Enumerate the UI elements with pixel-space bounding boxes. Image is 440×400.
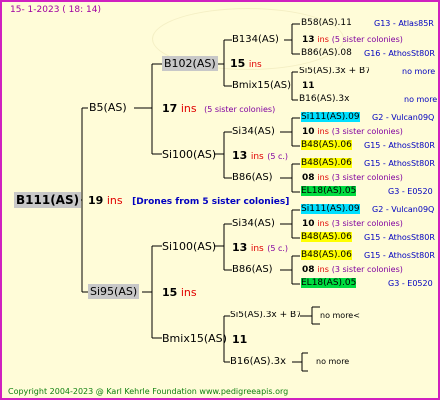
gen2-dd-count: 11 [232,333,248,346]
gen2-sd-name[interactable]: Si100(AS) [162,149,216,160]
gen4-code: G15 - AthosSt80R [364,141,435,150]
gen4-code: G3 - E0520 [388,187,433,196]
gen4-row[interactable]: Si5(AS).3x + B77(AS).3x [299,67,369,76]
sire-ins: ins [180,102,197,115]
header-date: 15- 1-2023 ( 18: 14) [10,5,101,15]
dam-count: 15 [162,286,178,299]
sire-note: (5 sister colonies) [204,105,276,114]
gen4-row[interactable]: B16(AS).3x [299,95,349,104]
gen3-ssd-name[interactable]: Bmix15(AS) [232,81,291,91]
gen3-dsd-note: (3 sister colonies) [331,265,403,274]
gen3-dds-name[interactable]: Si5(AS).3x + B77(AS)... [230,311,300,320]
gen4-code: no more [404,95,438,104]
gen4-row[interactable]: B48(AS).06 [301,250,352,260]
gen3-sdd-count: 08 [302,173,315,183]
gen2-ss-node[interactable]: B102(AS) [162,56,218,71]
gen3-ddd-name[interactable]: B16(AS).3x [230,357,286,367]
gen2-ds-stats: 13 ins (5 c.) [232,242,288,254]
gen4-row[interactable]: Si111(AS).09 [301,112,360,122]
gen4-code: G2 - Vulcan09Q [372,205,435,214]
gen2-dd-stats: 11 [232,334,247,345]
gen3-sdd-name[interactable]: B86(AS) [232,173,273,183]
gen2-ds-name[interactable]: Si100(AS) [162,241,216,252]
gen2-sd-stats: 13 ins (5 c.) [232,150,288,162]
gen3-dss-ins: ins [317,219,329,228]
gen4-code: G3 - E0520 [388,279,433,288]
gen3-dsd-count: 08 [302,265,315,275]
gen4-code: G15 - AthosSt80R [364,159,435,168]
gen3-sds-ins: ins [317,127,329,136]
gen3-dds-more: no more< [320,311,360,320]
gen2-ds-ins: ins [250,244,264,254]
gen4-row[interactable]: B48(AS).06 [301,232,352,242]
gen2-ss-ins: ins [248,60,262,70]
root-node[interactable]: B111(AS) [14,192,82,208]
gen2-sd-note: (5 c.) [267,152,289,161]
gen4-row[interactable]: B48(AS).06 [301,158,352,168]
gen4-row[interactable]: EL18(AS).05 [301,278,357,288]
dam-node[interactable]: Si95(AS) [88,284,140,299]
pedigree-frame: 15- 1-2023 ( 18: 14) B111(AS) 19 ins [Dr… [0,0,440,400]
gen4-row[interactable]: Si111(AS).09 [301,204,360,214]
gen3-sdd-note: (3 sister colonies) [331,173,403,182]
gen3-dsd-ins: ins [317,265,329,274]
gen3-sds-stats: 10 ins (3 sister colonies) [302,128,403,137]
gen3-dss-name[interactable]: Si34(AS) [232,219,275,229]
footer-copyright: Copyright 2004-2023 @ Karl Kehrle Founda… [8,387,289,396]
dam-stats: 15 ins [162,287,197,298]
gen2-ss-stats: 15 ins [230,58,262,70]
gen3-ssd-stats: 11 [302,82,315,91]
root-name[interactable]: B111(AS) [14,192,82,208]
gen4-row[interactable]: B48(AS).06 [301,140,352,150]
gen4-code: G16 - AthosSt80R [364,49,435,58]
root-count: 19 [88,194,104,207]
gen4-code: G2 - Vulcan09Q [372,113,435,122]
gen4-code: G15 - AthosSt80R [364,251,435,260]
gen3-sss-ins: ins [317,35,329,44]
gen3-sss-name[interactable]: B134(AS) [232,35,279,45]
gen4-code: G13 - Atlas85R [374,19,434,28]
gen2-ds-note: (5 c.) [267,244,289,253]
gen2-ss-name[interactable]: B102(AS) [162,56,218,71]
gen3-sds-note: (3 sister colonies) [331,127,403,136]
gen3-sds-name[interactable]: Si34(AS) [232,127,275,137]
gen3-sds-count: 10 [302,127,315,137]
gen3-sss-count: 13 [302,35,315,45]
gen3-sss-note: (5 sister colonies) [331,35,403,44]
gen2-sd-ins: ins [250,152,264,162]
root-note: [Drones from 5 sister colonies] [132,197,290,207]
gen3-sdd-ins: ins [317,173,329,182]
gen3-sdd-stats: 08 ins (3 sister colonies) [302,174,403,183]
gen2-sd-count: 13 [232,149,248,162]
gen3-dsd-stats: 08 ins (3 sister colonies) [302,266,403,275]
gen2-ds-count: 13 [232,241,248,254]
gen4-row[interactable]: B86(AS).08 [301,49,352,58]
gen4-row[interactable]: EL18(AS).05 [301,186,357,196]
gen2-ss-count: 15 [230,57,246,70]
gen4-code: no more [402,67,436,76]
gen3-dss-stats: 10 ins (3 sister colonies) [302,220,403,229]
dam-ins: ins [180,286,197,299]
sire-stats: 17 ins (5 sister colonies) [162,103,275,114]
root-stats: 19 ins [Drones from 5 sister colonies] [88,195,289,207]
dam-name[interactable]: Si95(AS) [88,284,140,299]
sire-count: 17 [162,102,178,115]
gen3-ddd-more: no more [316,357,350,366]
sire-name[interactable]: B5(AS) [89,102,127,113]
gen4-row[interactable]: B58(AS).11 [301,19,352,28]
gen3-dss-count: 10 [302,219,315,229]
gen3-dsd-name[interactable]: B86(AS) [232,265,273,275]
gen3-dss-note: (3 sister colonies) [331,219,403,228]
root-ins: ins [106,194,123,207]
gen2-dd-name[interactable]: Bmix15(AS) [162,333,227,344]
gen3-sss-stats: 13 ins (5 sister colonies) [302,36,403,45]
gen4-code: G15 - AthosSt80R [364,233,435,242]
gen3-ssd-count: 11 [302,81,315,91]
